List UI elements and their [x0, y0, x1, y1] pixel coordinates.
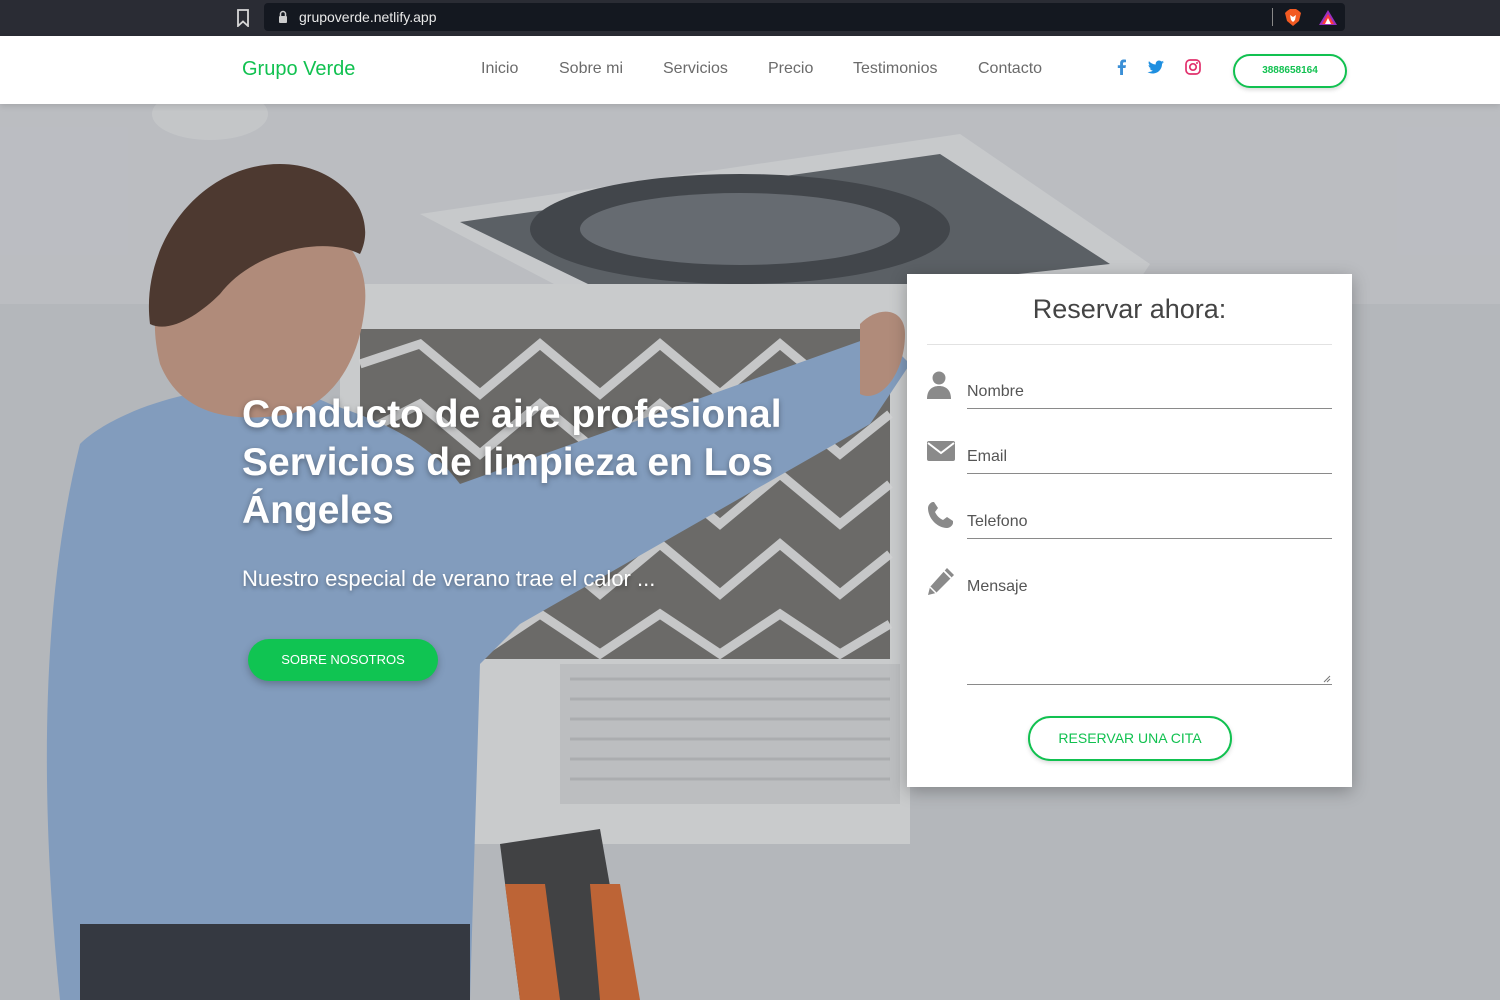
nav-link-contacto[interactable]: Contacto	[978, 60, 1042, 78]
brave-shield-icon[interactable]	[1284, 8, 1302, 27]
envelope-icon	[927, 441, 955, 461]
phone-field-placeholder[interactable]: Telefono	[967, 513, 1028, 531]
hero-subtitle: Nuestro especial de verano trae el calor…	[242, 566, 656, 591]
email-field[interactable]	[967, 473, 1332, 474]
booking-form: Reservar ahora: Nombre Email Telefono Me…	[907, 274, 1352, 787]
phone-button[interactable]: 3888658164	[1233, 54, 1347, 88]
message-field[interactable]	[967, 684, 1332, 685]
browser-toolbar: grupoverde.netlify.app	[0, 0, 1500, 36]
nav-link-precio[interactable]: Precio	[768, 60, 813, 78]
message-field-placeholder[interactable]: Mensaje	[967, 578, 1027, 596]
form-divider	[927, 344, 1332, 345]
site-navbar: Grupo Verde Inicio Sobre mi Servicios Pr…	[0, 36, 1500, 104]
facebook-icon[interactable]	[1113, 58, 1131, 76]
nav-link-inicio[interactable]: Inicio	[481, 60, 518, 78]
user-icon	[927, 371, 951, 399]
hero-title: Conducto de aire profesional Servicios d…	[242, 393, 782, 532]
url-text: grupoverde.netlify.app	[299, 9, 437, 25]
book-appointment-button[interactable]: RESERVAR UNA CITA	[1028, 716, 1232, 761]
about-us-button[interactable]: SOBRE NOSOTROS	[248, 639, 438, 681]
email-field-placeholder[interactable]: Email	[967, 448, 1007, 466]
phone-icon	[928, 502, 953, 528]
phone-field[interactable]	[967, 538, 1332, 539]
name-field-placeholder[interactable]: Nombre	[967, 383, 1024, 401]
instagram-icon[interactable]	[1184, 58, 1202, 76]
lock-icon	[279, 10, 287, 23]
name-field[interactable]	[967, 408, 1332, 409]
nav-link-servicios[interactable]: Servicios	[663, 60, 728, 78]
address-bar-divider	[1272, 8, 1273, 26]
form-title: Reservar ahora:	[1032, 294, 1227, 324]
pencil-icon	[928, 568, 954, 595]
bookmark-icon[interactable]	[236, 9, 250, 27]
nav-link-sobre-mi[interactable]: Sobre mi	[559, 60, 623, 78]
textarea-resize-icon[interactable]	[1323, 675, 1331, 683]
address-bar[interactable]: grupoverde.netlify.app	[264, 3, 1345, 31]
nav-link-testimonios[interactable]: Testimonios	[853, 60, 937, 78]
twitter-icon[interactable]	[1147, 58, 1165, 76]
brand-logo[interactable]: Grupo Verde	[242, 58, 355, 81]
brave-rewards-icon[interactable]	[1318, 9, 1338, 26]
